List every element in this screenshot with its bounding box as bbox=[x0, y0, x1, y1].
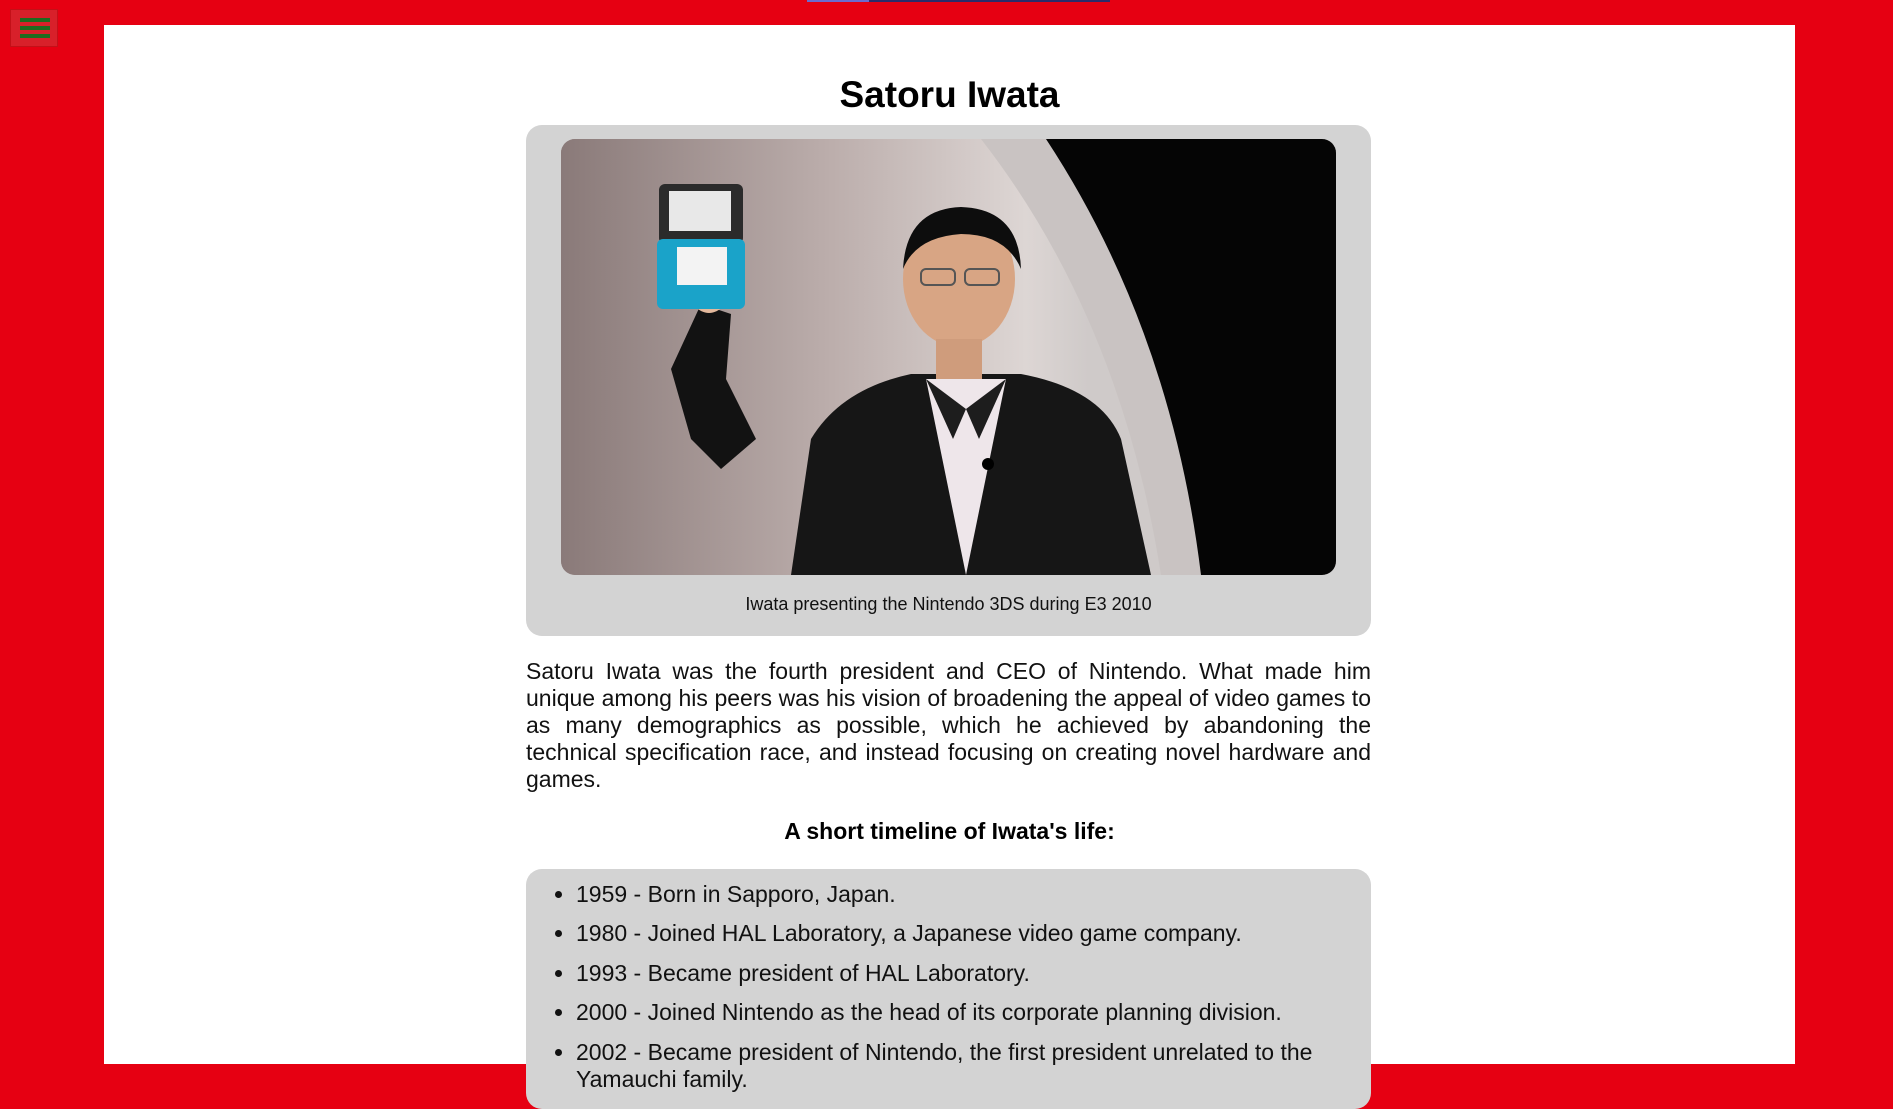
top-scroll-indicator bbox=[807, 0, 1110, 2]
page-title: Satoru Iwata bbox=[839, 74, 1060, 115]
intro-paragraph: Satoru Iwata was the fourth president an… bbox=[526, 658, 1371, 792]
photo-figure: Iwata presenting the Nintendo 3DS during… bbox=[526, 125, 1371, 636]
list-item: 1959 - Born in Sapporo, Japan. bbox=[576, 881, 1336, 908]
list-item: 1980 - Joined HAL Laboratory, a Japanese… bbox=[576, 920, 1336, 947]
list-item: 2002 - Became president of Nintendo, the… bbox=[576, 1039, 1336, 1093]
main-content-panel: Satoru Iwata Iwata presenting the Ninten… bbox=[104, 25, 1795, 1109]
photo-caption: Iwata presenting the Nintendo 3DS during… bbox=[745, 594, 1152, 614]
timeline-panel: 1959 - Born in Sapporo, Japan. 1980 - Jo… bbox=[526, 869, 1371, 1109]
iwata-presenting-photo bbox=[561, 139, 1336, 575]
menu-bar-icon bbox=[20, 18, 50, 22]
menu-bar-icon bbox=[20, 34, 50, 38]
list-item: 1993 - Became president of HAL Laborator… bbox=[576, 960, 1336, 987]
hamburger-menu-button[interactable] bbox=[10, 9, 58, 47]
timeline-heading: A short timeline of Iwata's life: bbox=[784, 818, 1115, 844]
list-item: 2000 - Joined Nintendo as the head of it… bbox=[576, 999, 1336, 1026]
top-scroll-indicator-accent bbox=[807, 0, 869, 2]
person-holding-handheld-console-photo bbox=[561, 139, 1336, 575]
menu-bar-icon bbox=[20, 26, 50, 30]
